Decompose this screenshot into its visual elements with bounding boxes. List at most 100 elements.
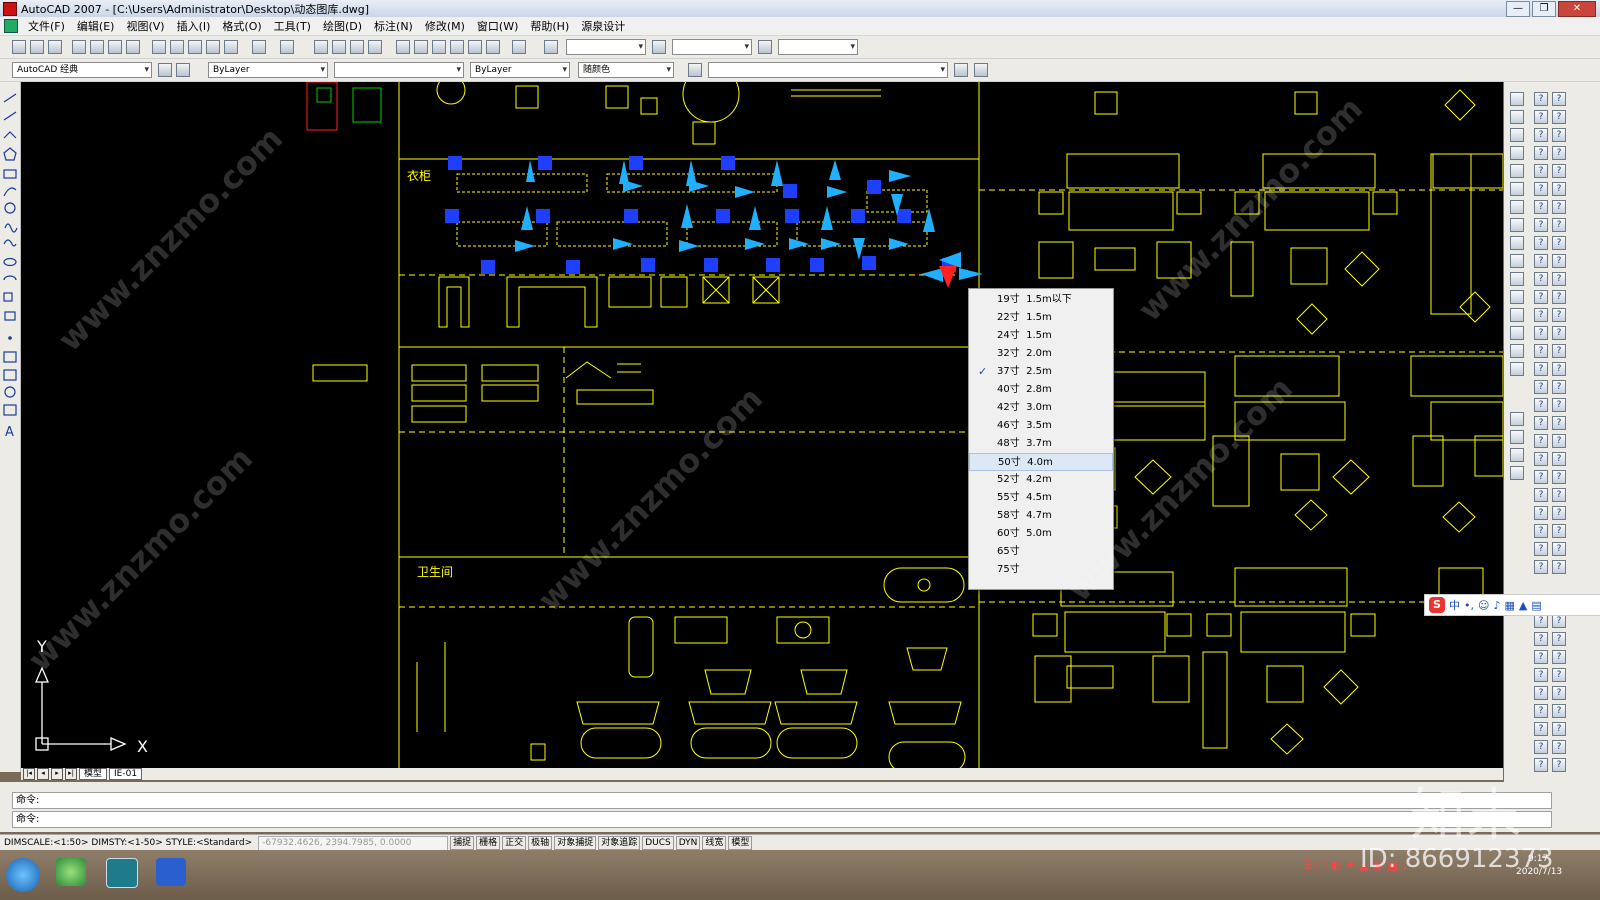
punctuation-icon[interactable]: •,: [1464, 599, 1474, 612]
zoom-realtime-icon[interactable]: [332, 40, 346, 54]
help-icon[interactable]: ?: [1552, 542, 1566, 556]
plot-style-select[interactable]: 随颜色: [578, 62, 674, 78]
menu-item-52in[interactable]: 52寸 4.2m: [969, 471, 1113, 489]
save-icon[interactable]: [48, 40, 62, 54]
help-icon[interactable]: ?: [1534, 488, 1548, 502]
ortho-toggle[interactable]: 正交: [502, 836, 527, 850]
erase-icon[interactable]: [1510, 92, 1524, 106]
mirror-icon[interactable]: [1510, 128, 1524, 142]
help-icon[interactable]: ?: [1552, 218, 1566, 232]
help-icon[interactable]: ?: [1534, 704, 1548, 718]
help-icon[interactable]: ?: [1552, 146, 1566, 160]
menu-item-37in[interactable]: ✓ 37寸 2.5m: [969, 363, 1113, 381]
stretch-icon[interactable]: [1510, 236, 1524, 250]
help-icon[interactable]: ?: [1534, 470, 1548, 484]
offset-icon[interactable]: [1510, 146, 1524, 160]
help-icon[interactable]: ?: [1534, 254, 1548, 268]
command-input[interactable]: 命令:: [12, 811, 1552, 828]
help-icon[interactable]: ?: [1552, 470, 1566, 484]
menu-item-24in[interactable]: 24寸 1.5m: [969, 327, 1113, 345]
help-icon[interactable]: ?: [1534, 452, 1548, 466]
zoom-window-icon[interactable]: [350, 40, 364, 54]
minimize-button[interactable]: —: [1506, 1, 1530, 17]
menu-dimension[interactable]: 标注(N): [368, 18, 419, 34]
make-current-layer-icon[interactable]: [974, 63, 988, 77]
help-icon[interactable]: ?: [1552, 362, 1566, 376]
explode-icon[interactable]: [1510, 362, 1524, 376]
last-tab-icon[interactable]: ▸|: [65, 768, 77, 780]
dyn-toggle[interactable]: DYN: [675, 836, 701, 850]
polar-toggle[interactable]: 极轴: [528, 836, 553, 850]
help-icon[interactable]: ?: [1552, 452, 1566, 466]
menu-modify[interactable]: 修改(M): [419, 18, 471, 34]
help-icon[interactable]: ?: [1534, 92, 1548, 106]
help-icon[interactable]: ?: [1552, 758, 1566, 772]
help-icon[interactable]: ?: [1534, 686, 1548, 700]
help-icon[interactable]: ?: [1552, 344, 1566, 358]
color-select[interactable]: ByLayer: [208, 62, 328, 78]
help-icon[interactable]: ?: [1552, 722, 1566, 736]
help-icon[interactable]: ?: [1534, 164, 1548, 178]
menu-format[interactable]: 格式(O): [216, 18, 267, 34]
help-icon[interactable]: ?: [1552, 740, 1566, 754]
menu-help[interactable]: 帮助(H): [524, 18, 575, 34]
menu-item-58in[interactable]: 58寸 4.7m: [969, 507, 1113, 525]
first-tab-icon[interactable]: |◂: [23, 768, 35, 780]
model-toggle[interactable]: 模型: [728, 836, 753, 850]
menu-item-22in[interactable]: 22寸 1.5m: [969, 309, 1113, 327]
help-icon[interactable]: ?: [1552, 182, 1566, 196]
autocad-taskbar-icon[interactable]: [106, 858, 138, 888]
publish-icon[interactable]: [108, 40, 122, 54]
copy-object-icon[interactable]: [1510, 110, 1524, 124]
3d-dwf-icon[interactable]: [126, 40, 140, 54]
help-icon[interactable]: ?: [1534, 272, 1548, 286]
help-icon[interactable]: ?: [1552, 416, 1566, 430]
help-icon[interactable]: ?: [1534, 740, 1548, 754]
menu-item-65in[interactable]: 65寸: [969, 543, 1113, 561]
menu-view[interactable]: 视图(V): [120, 18, 170, 34]
menu-draw[interactable]: 绘图(D): [317, 18, 368, 34]
coordinate-readout[interactable]: -67932.4626, 2394.7985, 0.0000: [258, 835, 449, 851]
menu-item-55in[interactable]: 55寸 4.5m: [969, 489, 1113, 507]
menu-item-42in[interactable]: 42寸 3.0m: [969, 399, 1113, 417]
help-icon[interactable]: ?: [1534, 218, 1548, 232]
emoji-icon[interactable]: ☺: [1478, 599, 1489, 612]
help-icon[interactable]: ?: [1534, 632, 1548, 646]
tab-ie-01[interactable]: IE-01: [109, 768, 143, 780]
trim-icon[interactable]: [1510, 254, 1524, 268]
linetype-select[interactable]: ByLayer: [470, 62, 570, 78]
layer-manager-icon[interactable]: [176, 63, 190, 77]
help-icon[interactable]: ?: [1534, 506, 1548, 520]
layer-states-icon[interactable]: [688, 63, 702, 77]
join-icon[interactable]: [1510, 308, 1524, 322]
help-icon[interactable]: ?: [1552, 200, 1566, 214]
help-icon[interactable]: ?: [1534, 668, 1548, 682]
drawing-area[interactable]: 衣柜 卫生间 Y X: [21, 82, 1503, 768]
menu-item-48in[interactable]: 48寸 3.7m: [969, 435, 1113, 453]
next-tab-icon[interactable]: ▸: [51, 768, 63, 780]
help-icon[interactable]: ?: [1552, 236, 1566, 250]
menu-yuanquan[interactable]: 源泉设计: [575, 18, 631, 34]
skin-icon[interactable]: ▲: [1519, 599, 1527, 612]
help-icon[interactable]: ?: [1534, 344, 1548, 358]
dim-style-icon[interactable]: [652, 40, 666, 54]
ducs-toggle[interactable]: DUCS: [642, 836, 674, 850]
menu-item-50in[interactable]: 50寸 4.0m: [969, 453, 1113, 471]
menu-edit[interactable]: 编辑(E): [71, 18, 121, 34]
help-icon[interactable]: ?: [1534, 290, 1548, 304]
help-icon[interactable]: ?: [1552, 272, 1566, 286]
array-icon[interactable]: [1510, 164, 1524, 178]
start-button[interactable]: [6, 858, 40, 892]
help-icon[interactable]: ?: [1534, 434, 1548, 448]
help-icon[interactable]: ?: [1534, 650, 1548, 664]
help-icon[interactable]: ?: [1552, 110, 1566, 124]
help-icon[interactable]: ?: [1534, 326, 1548, 340]
help-icon[interactable]: ?: [1534, 146, 1548, 160]
cut-icon[interactable]: [152, 40, 166, 54]
menu-item-32in[interactable]: 32寸 2.0m: [969, 345, 1113, 363]
rotate-icon[interactable]: [1510, 200, 1524, 214]
new-icon[interactable]: [12, 40, 26, 54]
menu-window[interactable]: 窗口(W): [471, 18, 524, 34]
help-icon[interactable]: ?: [1534, 416, 1548, 430]
block-editor-icon[interactable]: [224, 40, 238, 54]
